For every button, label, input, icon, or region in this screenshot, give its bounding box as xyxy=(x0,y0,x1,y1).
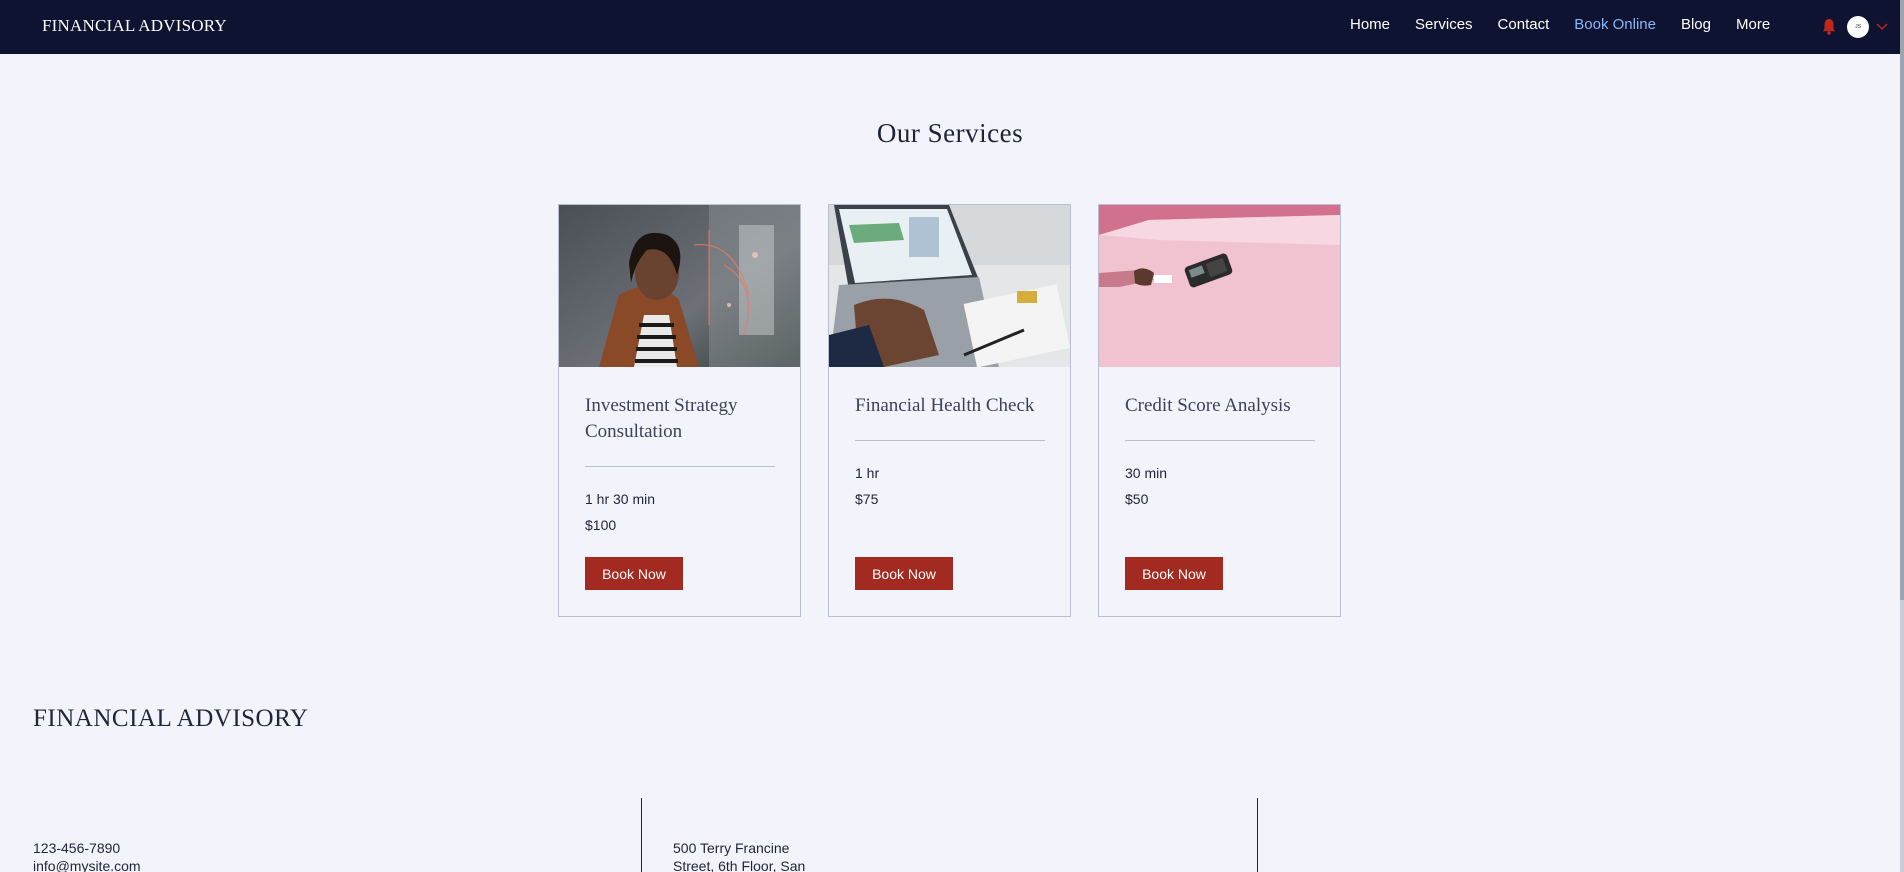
service-duration: 1 hr 30 min xyxy=(585,491,656,507)
service-card: Investment Strategy Consultation 1 hr 30… xyxy=(558,204,801,617)
divider xyxy=(585,466,775,467)
footer-email[interactable]: info@mysite.com xyxy=(33,857,141,872)
footer-divider xyxy=(641,798,642,872)
service-card: Credit Score Analysis 30 min $50 Book No… xyxy=(1098,204,1341,617)
service-image-credit-score[interactable] xyxy=(1099,205,1340,367)
book-now-button[interactable]: Book Now xyxy=(855,557,953,590)
divider xyxy=(1125,440,1315,441)
footer-brand: FINANCIAL ADVISORY xyxy=(33,705,309,732)
avatar-initials: JS xyxy=(1855,24,1861,30)
nav-blog[interactable]: Blog xyxy=(1681,16,1711,33)
service-image-health-check[interactable] xyxy=(829,205,1070,367)
scrollbar-thumb[interactable] xyxy=(1900,0,1904,600)
book-now-button[interactable]: Book Now xyxy=(1125,557,1223,590)
book-now-button[interactable]: Book Now xyxy=(585,557,683,590)
service-duration: 1 hr xyxy=(855,465,880,481)
service-price: $50 xyxy=(1125,491,1149,507)
footer-address-line: 500 Terry Francine xyxy=(673,840,790,856)
nav-services[interactable]: Services xyxy=(1415,16,1473,33)
nav-more[interactable]: More xyxy=(1736,16,1770,33)
service-price: $75 xyxy=(855,491,879,507)
service-price: $100 xyxy=(585,517,617,533)
avatar[interactable]: JS xyxy=(1847,16,1869,38)
service-duration: 30 min xyxy=(1125,465,1168,481)
site-header: FINANCIAL ADVISORY Home Services Contact… xyxy=(0,0,1900,54)
service-title: Financial Health Check xyxy=(855,395,1035,416)
footer-divider xyxy=(1257,798,1258,872)
bell-icon[interactable] xyxy=(1822,18,1836,35)
main-nav: Home Services Contact Book Online Blog M… xyxy=(1350,16,1795,33)
footer-contact: 123-456-7890 info@mysite.com xyxy=(33,839,141,872)
site-brand[interactable]: FINANCIAL ADVISORY xyxy=(42,16,227,36)
footer-phone[interactable]: 123-456-7890 xyxy=(33,839,141,857)
page-scrollbar[interactable] xyxy=(1900,0,1904,872)
nav-home[interactable]: Home xyxy=(1350,16,1390,33)
service-title: Credit Score Analysis xyxy=(1125,395,1291,416)
footer-address-line: Street, 6th Floor, San xyxy=(673,858,806,872)
nav-contact[interactable]: Contact xyxy=(1498,16,1550,33)
chevron-down-icon[interactable] xyxy=(1876,23,1888,31)
footer-address: 500 Terry Francine Street, 6th Floor, Sa… xyxy=(673,839,805,872)
service-card: Financial Health Check 1 hr $75 Book Now xyxy=(828,204,1071,617)
divider xyxy=(855,440,1045,441)
service-image-investment[interactable] xyxy=(559,205,800,367)
page-title: Our Services xyxy=(876,118,1024,148)
service-title: Investment Strategy Consultation xyxy=(585,395,738,442)
nav-book-online[interactable]: Book Online xyxy=(1574,16,1656,33)
